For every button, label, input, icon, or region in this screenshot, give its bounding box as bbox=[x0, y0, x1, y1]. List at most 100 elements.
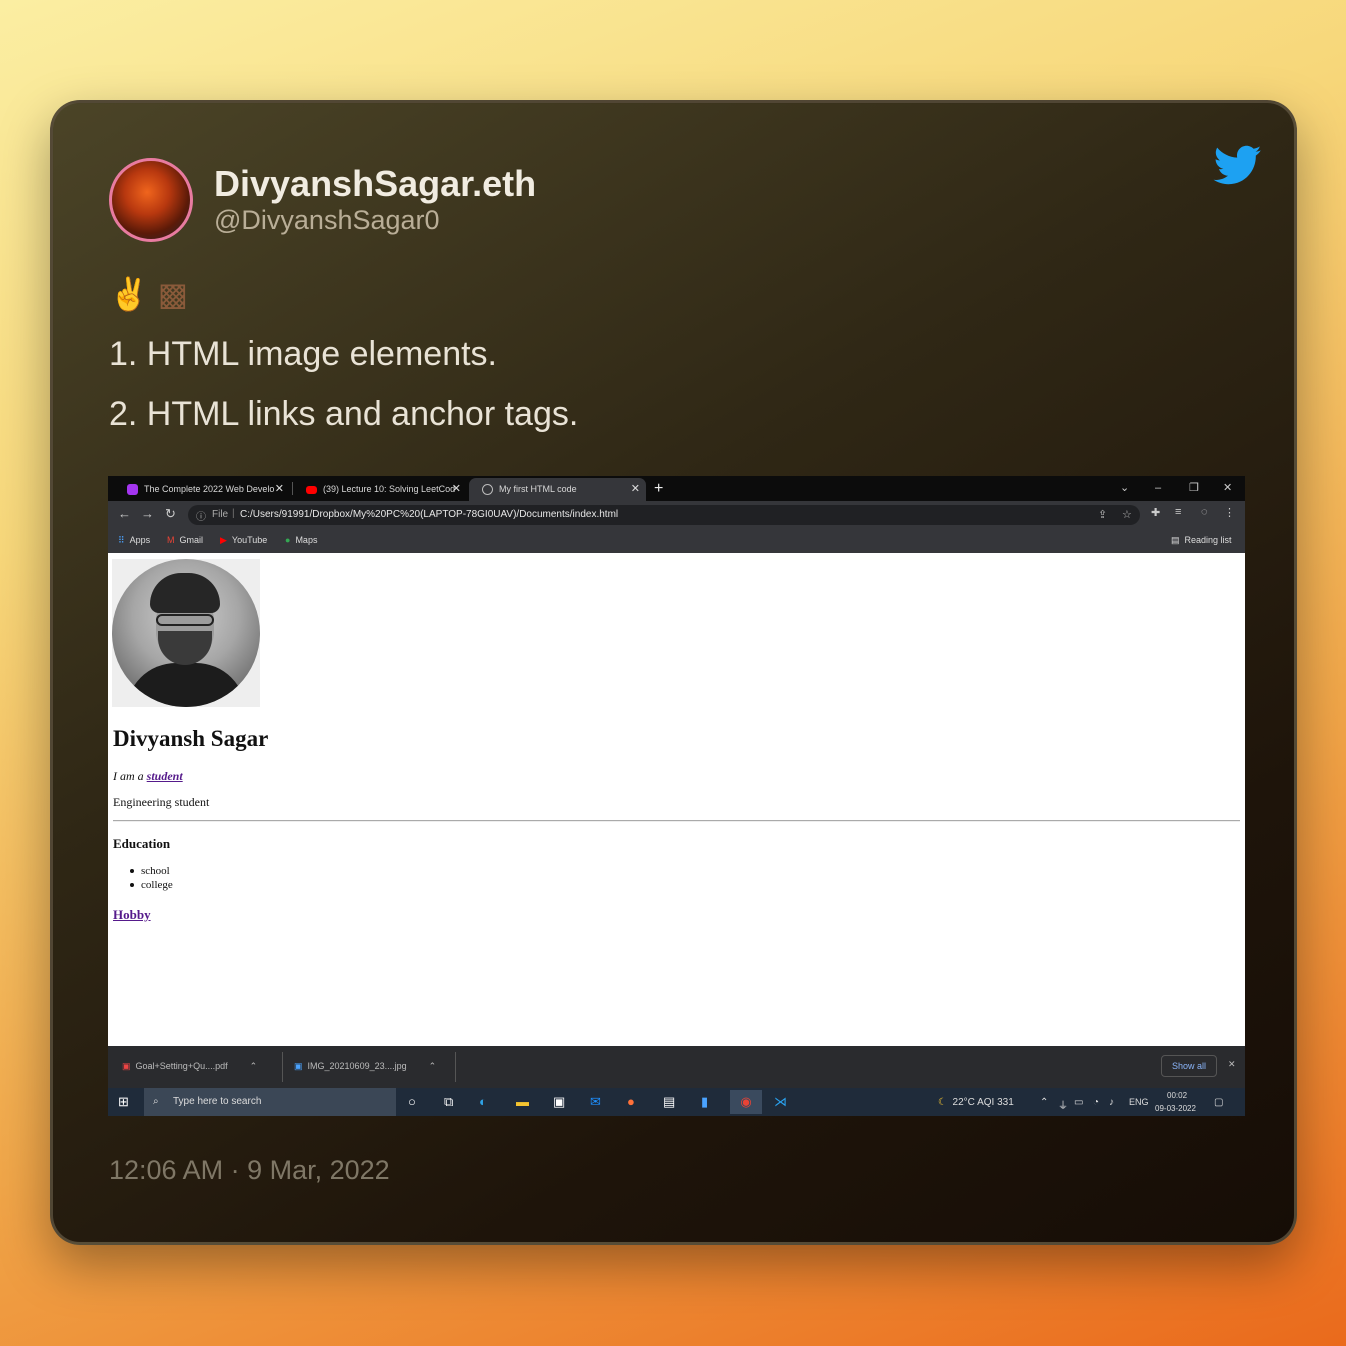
bookmark-gmail[interactable]: M Gmail bbox=[167, 535, 203, 545]
volume-icon[interactable]: ♪ bbox=[1109, 1097, 1114, 1108]
tweet-card: DivyanshSagar.eth @DivyanshSagar0 ✌ ▩ 1.… bbox=[50, 100, 1297, 1245]
close-icon[interactable]: ✕ bbox=[631, 478, 640, 501]
windows-taskbar: ⊞ ⌕ Type here to search ○ ⧉ ◐ ▬ ▣ ✉ ● ▤ … bbox=[108, 1088, 1245, 1116]
tab-label: (39) Lecture 10: Solving LeetCod bbox=[323, 484, 456, 494]
display-name[interactable]: DivyanshSagar.eth bbox=[214, 163, 536, 205]
download-item-jpg[interactable]: ▣ IMG_20210609_23....jpg ⌃ bbox=[294, 1061, 436, 1072]
reading-list[interactable]: ▤ Reading list bbox=[1171, 535, 1232, 546]
tab-leetcode-lecture[interactable]: (39) Lecture 10: Solving LeetCod ✕ bbox=[293, 478, 467, 501]
info-icon[interactable]: ⓘ bbox=[196, 508, 206, 523]
forward-icon[interactable]: → bbox=[141, 506, 154, 521]
network-icon[interactable]: ⏚ bbox=[1058, 1097, 1068, 1112]
clock-time[interactable]: 00:02 bbox=[1167, 1091, 1187, 1100]
bookmark-youtube[interactable]: ▶ YouTube bbox=[220, 535, 267, 546]
user-handle[interactable]: @DivyanshSagar0 bbox=[214, 205, 440, 236]
chevron-up-icon[interactable]: ⌃ bbox=[429, 1061, 437, 1071]
app-icon[interactable]: ▮ bbox=[701, 1094, 708, 1110]
youtube-icon bbox=[306, 486, 317, 494]
student-link[interactable]: student bbox=[147, 769, 183, 783]
cortana-icon[interactable]: ○ bbox=[408, 1094, 416, 1109]
pdf-file-icon: ▣ bbox=[122, 1061, 131, 1071]
tray-chevron-icon[interactable]: ⌃ bbox=[1040, 1097, 1048, 1108]
browser-toolbar: ← → ↻ ⓘ File | C:/Users/91991/Dropbox/My… bbox=[108, 501, 1245, 529]
show-all-button[interactable]: Show all bbox=[1161, 1055, 1217, 1077]
restore-icon[interactable]: ❐ bbox=[1189, 476, 1199, 500]
battery-icon[interactable]: ▭ bbox=[1074, 1097, 1083, 1108]
education-list: school college bbox=[130, 865, 173, 893]
bookmark-apps[interactable]: ⠿ Apps bbox=[118, 535, 150, 546]
education-heading: Education bbox=[113, 836, 171, 851]
search-placeholder: Type here to search bbox=[173, 1096, 262, 1107]
moon-icon: ☾ bbox=[938, 1097, 947, 1108]
list-item: college bbox=[130, 879, 173, 893]
windows-start-icon[interactable]: ⊞ bbox=[118, 1094, 129, 1110]
star-icon[interactable]: ☆ bbox=[1122, 508, 1132, 521]
tab-label: My first HTML code bbox=[499, 484, 577, 494]
bookmark-maps[interactable]: ● Maps bbox=[285, 535, 317, 545]
chrome-icon[interactable]: ◉ bbox=[730, 1090, 762, 1114]
apps-icon: ⠿ bbox=[118, 535, 125, 545]
screenshot-image[interactable]: The Complete 2022 Web Develo ✕ (39) Lect… bbox=[108, 476, 1245, 1116]
vscode-icon[interactable]: ⋊ bbox=[774, 1094, 787, 1110]
task-view-icon[interactable]: ⧉ bbox=[444, 1094, 453, 1110]
patch-icon: ▩ bbox=[157, 276, 188, 312]
firefox-icon[interactable]: ● bbox=[627, 1094, 635, 1109]
minimize-icon[interactable]: – bbox=[1155, 476, 1161, 500]
reading-list-icon: ▤ bbox=[1171, 535, 1180, 545]
reload-icon[interactable]: ↻ bbox=[165, 506, 176, 522]
media-icon[interactable]: ≡ bbox=[1175, 506, 1181, 518]
tab-label: The Complete 2022 Web Develo bbox=[144, 484, 275, 494]
tweet-emoji: ✌ ▩ bbox=[109, 275, 188, 313]
language-indicator[interactable]: ENG bbox=[1129, 1097, 1149, 1107]
close-icon[interactable]: ✕ bbox=[275, 478, 284, 501]
file-explorer-icon[interactable]: ▬ bbox=[516, 1094, 529, 1109]
amazon-icon[interactable]: ▤ bbox=[663, 1094, 675, 1110]
share-icon[interactable]: ⇪ bbox=[1098, 508, 1107, 521]
browser-tab-bar: The Complete 2022 Web Develo ✕ (39) Lect… bbox=[108, 476, 1245, 501]
file-label: File bbox=[212, 509, 229, 520]
taskbar-search[interactable]: ⌕ Type here to search bbox=[144, 1088, 396, 1116]
youtube-icon: ▶ bbox=[220, 535, 227, 545]
gmail-icon: M bbox=[167, 535, 175, 545]
menu-icon[interactable]: ⋮ bbox=[1224, 506, 1235, 519]
extensions-icon[interactable]: ✚ bbox=[1151, 506, 1160, 519]
downloads-bar: ▣ Goal+Setting+Qu....pdf ⌃ ▣ IMG_20210609… bbox=[108, 1046, 1245, 1088]
search-icon: ⌕ bbox=[153, 1096, 159, 1107]
profile-photo bbox=[112, 559, 260, 707]
weather-widget[interactable]: ☾ 22°C AQI 331 bbox=[938, 1097, 1014, 1108]
mail-icon[interactable]: ✉ bbox=[590, 1094, 601, 1110]
edge-icon[interactable]: ◐ bbox=[479, 1094, 487, 1109]
tab-my-first-html[interactable]: My first HTML code ✕ bbox=[469, 478, 646, 501]
divider bbox=[113, 820, 1240, 822]
victory-hand-icon: ✌ bbox=[109, 276, 149, 312]
clock-date[interactable]: 09-03-2022 bbox=[1155, 1104, 1196, 1113]
page-heading: Divyansh Sagar bbox=[113, 726, 269, 751]
hobby-link[interactable]: Hobby bbox=[113, 907, 151, 923]
globe-icon bbox=[482, 484, 493, 495]
subtitle-text: Engineering student bbox=[113, 795, 210, 809]
twitter-bird-icon bbox=[1213, 145, 1262, 185]
tweet-line-2: 2. HTML links and anchor tags. bbox=[109, 395, 579, 433]
store-icon[interactable]: ▣ bbox=[553, 1094, 565, 1110]
download-item-pdf[interactable]: ▣ Goal+Setting+Qu....pdf ⌃ bbox=[122, 1061, 257, 1072]
image-file-icon: ▣ bbox=[294, 1061, 303, 1071]
tweet-timestamp[interactable]: 12:06 AM · 9 Mar, 2022 bbox=[109, 1155, 390, 1186]
close-icon[interactable]: ✕ bbox=[1228, 1059, 1236, 1070]
bookmarks-bar: ⠿ Apps M Gmail ▶ YouTube ● Maps ▤ Reading lis… bbox=[108, 529, 1245, 554]
notification-icon[interactable]: ▢ bbox=[1214, 1097, 1223, 1108]
intro-text: I am a student bbox=[113, 769, 183, 783]
new-tab-button[interactable]: + bbox=[654, 478, 663, 500]
url-text[interactable]: C:/Users/91991/Dropbox/My%20PC%20(LAPTOP… bbox=[240, 509, 618, 520]
chevron-up-icon[interactable]: ⌃ bbox=[250, 1061, 258, 1071]
close-icon[interactable]: ✕ bbox=[452, 478, 461, 501]
wifi-icon[interactable]: ◔ bbox=[1093, 1097, 1099, 1108]
web-page-content: Divyansh Sagar I am a student Engineerin… bbox=[108, 553, 1245, 1046]
profile-icon[interactable]: ◌ bbox=[1201, 506, 1208, 518]
address-bar[interactable]: ⓘ File | C:/Users/91991/Dropbox/My%20PC%… bbox=[188, 505, 1140, 525]
back-icon[interactable]: ← bbox=[118, 506, 131, 521]
tab-web-dev-course[interactable]: The Complete 2022 Web Develo ✕ bbox=[114, 478, 290, 501]
tab-search-icon[interactable]: ⌄ bbox=[1120, 476, 1129, 500]
window-close-icon[interactable]: ✕ bbox=[1223, 476, 1232, 500]
avatar[interactable] bbox=[109, 158, 193, 242]
maps-icon: ● bbox=[285, 535, 291, 545]
